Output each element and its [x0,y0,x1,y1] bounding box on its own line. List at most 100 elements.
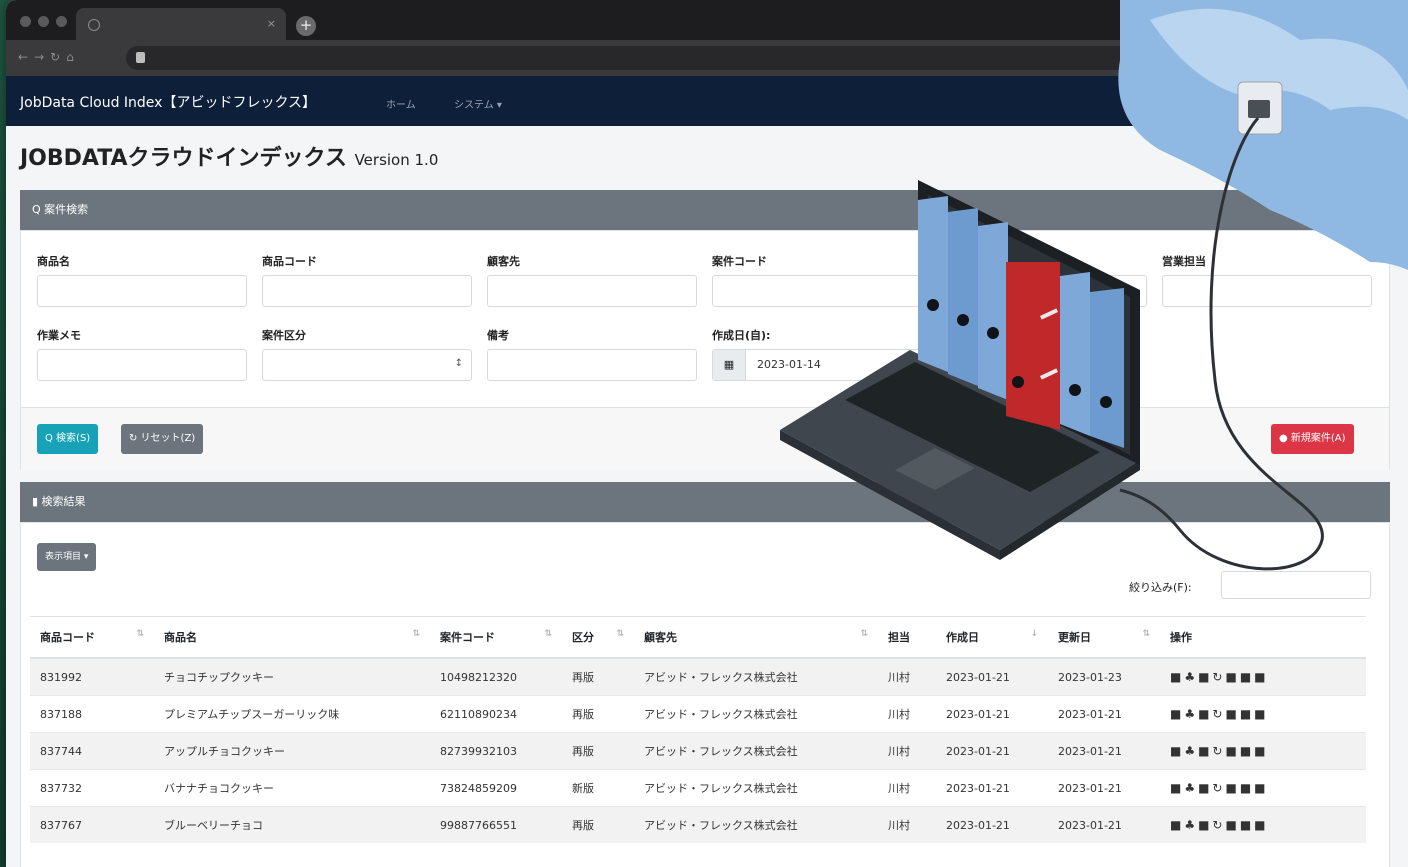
cell-customer: アビッド・フレックス株式会社 [634,657,878,696]
filter-input[interactable] [1221,571,1371,599]
label-product-name: 商品名 [37,255,70,268]
table-row[interactable]: 837732 バナナチョコクッキー 73824859209 新版 アビッド・フレ… [30,769,1366,807]
cell-case-code: 82739932103 [430,732,562,770]
cell-product-code: 837732 [30,769,154,807]
col-product-code[interactable]: 商品コード ⇅ [30,616,154,659]
filter-label: 絞り込み(F): [1129,581,1192,594]
cell-product-code: 837767 [30,806,154,843]
browser-tab[interactable]: × [76,8,286,40]
row-action-icons[interactable]: ■♣■↻■■■ [1160,657,1366,696]
sales-rep-input[interactable] [1162,275,1372,307]
tab-close-icon[interactable]: × [267,8,276,40]
row-action-icons[interactable]: ■♣■↻■■■ [1160,732,1366,770]
customer-input[interactable] [487,275,697,307]
search-button[interactable]: Q 検索(S) [37,424,99,454]
main-content: JOBDATAクラウドインデックス Version 1.0 Q 案件検索 商品名… [6,126,1408,867]
work-memo-input[interactable] [37,349,247,381]
label-customer: 顧客先 [487,255,520,268]
table-row[interactable]: 837767 ブルーベリーチョコ 99887766551 再版 アビッド・フレッ… [30,806,1366,843]
app-navbar: JobData Cloud Index【アビッドフレックス】 ホーム システム … [6,76,1408,126]
col-product-name[interactable]: 商品名 ⇅ [154,616,430,659]
extra-field-input[interactable] [937,275,1147,307]
label-work-memo: 作業メモ [37,329,81,342]
nav-home-link[interactable]: ホーム [386,96,416,111]
row-action-icons[interactable]: ■♣■↻■■■ [1160,695,1366,733]
col-type[interactable]: 区分 ⇅ [562,616,634,659]
product-name-input[interactable] [37,275,247,307]
cell-customer: アビッド・フレックス株式会社 [634,806,878,843]
col-rep[interactable]: 担当 [878,616,936,659]
col-case-code[interactable]: 案件コード ⇅ [430,616,562,659]
sort-icon[interactable]: ⇅ [616,629,624,639]
address-bar[interactable]: ⇪ ☆ [126,46,1226,70]
cell-product-name: アップルチョコクッキー [154,732,430,770]
label-remarks: 備考 [487,329,509,342]
page-version: Version 1.0 [354,151,439,169]
cell-updated: 2023-01-21 [1048,695,1160,733]
cell-created: 2023-01-21 [936,657,1048,696]
cell-rep: 川村 [878,806,936,843]
col-updated[interactable]: 更新日 ⇅ [1048,616,1160,659]
forward-icon[interactable]: → [34,50,50,64]
cell-updated: 2023-01-23 [1048,657,1160,696]
table-row[interactable]: 837744 アップルチョコクッキー 82739932103 再版 アビッド・フ… [30,732,1366,770]
columns-toggle-button[interactable]: 表示項目 ▾ [37,543,97,571]
new-case-button[interactable]: ● 新規案件(A) [1271,424,1354,454]
search-panel-header: Q 案件検索 [20,190,1390,230]
cell-product-name: ブルーベリーチョコ [154,806,430,843]
search-panel-footer: Q 検索(S) ↻ リセット(Z) ● 新規案件(A) [21,407,1389,470]
bookmark-star-icon[interactable]: ☆ [1191,50,1202,64]
maximize-window-icon[interactable] [56,16,67,27]
table-row[interactable]: 837188 プレミアムチップスーガーリック味 62110890234 再版 ア… [30,695,1366,733]
cell-product-code: 831992 [30,657,154,696]
home-icon[interactable]: ⌂ [66,50,80,64]
share-icon[interactable]: ⇪ [1168,50,1178,64]
col-actions: 操作 [1160,616,1366,659]
sort-desc-icon[interactable]: ↓ [1030,629,1038,639]
cell-updated: 2023-01-21 [1048,769,1160,807]
cell-created: 2023-01-21 [936,769,1048,807]
browser-menu-icon[interactable]: ⌄ [1380,20,1398,38]
browser-tab-bar: × + ⌄ [6,0,1408,40]
col-created[interactable]: 作成日 ↓ [936,616,1048,659]
nav-buttons: ←→↻⌂ [18,50,80,64]
cell-case-code: 73824859209 [430,769,562,807]
table-row[interactable]: 831992 チョコチップクッキー 10498212320 再版 アビッド・フレ… [30,657,1366,696]
sort-icon[interactable]: ⇅ [1142,629,1150,639]
cell-created: 2023-01-21 [936,806,1048,843]
lock-icon [136,52,145,63]
cell-rep: 川村 [878,695,936,733]
reset-button[interactable]: ↻ リセット(Z) [121,424,204,454]
sort-icon[interactable]: ⇅ [544,629,552,639]
cell-product-code: 837188 [30,695,154,733]
cell-type: 新版 [562,769,634,807]
col-customer[interactable]: 顧客先 ⇅ [634,616,878,659]
search-panel-body: 商品名 商品コード 顧客先 案件コード 営業担当 作業メモ 案件区分 備考 作成… [20,230,1390,470]
cell-updated: 2023-01-21 [1048,732,1160,770]
browser-window: × + ⌄ ←→↻⌂ ⇪ ☆ JobData Cloud Index【アビッドフ… [6,0,1408,867]
sort-icon[interactable]: ⇅ [412,629,420,639]
created-from-date[interactable]: ▦ 2023-01-14 [712,349,922,381]
case-code-input[interactable] [712,275,922,307]
row-action-icons[interactable]: ■♣■↻■■■ [1160,769,1366,807]
cell-customer: アビッド・フレックス株式会社 [634,769,878,807]
cell-created: 2023-01-21 [936,695,1048,733]
navbar-brand[interactable]: JobData Cloud Index【アビッドフレックス】 [20,92,316,112]
sort-icon[interactable]: ⇅ [860,629,868,639]
sort-icon[interactable]: ⇅ [136,629,144,639]
back-icon[interactable]: ← [18,50,34,64]
reload-icon[interactable]: ↻ [50,50,66,64]
row-action-icons[interactable]: ■♣■↻■■■ [1160,806,1366,843]
calendar-icon[interactable]: ▦ [713,350,746,380]
new-tab-button[interactable]: + [296,16,316,36]
cell-rep: 川村 [878,657,936,696]
nav-system-menu[interactable]: システム ▾ [454,96,502,111]
label-sales-rep: 営業担当 [1162,255,1206,268]
product-code-input[interactable] [262,275,472,307]
cell-case-code: 10498212320 [430,657,562,696]
minimize-window-icon[interactable] [38,16,49,27]
close-window-icon[interactable] [20,16,31,27]
label-created-from: 作成日(自): [712,329,771,342]
case-type-select[interactable] [262,349,472,381]
remarks-input[interactable] [487,349,697,381]
